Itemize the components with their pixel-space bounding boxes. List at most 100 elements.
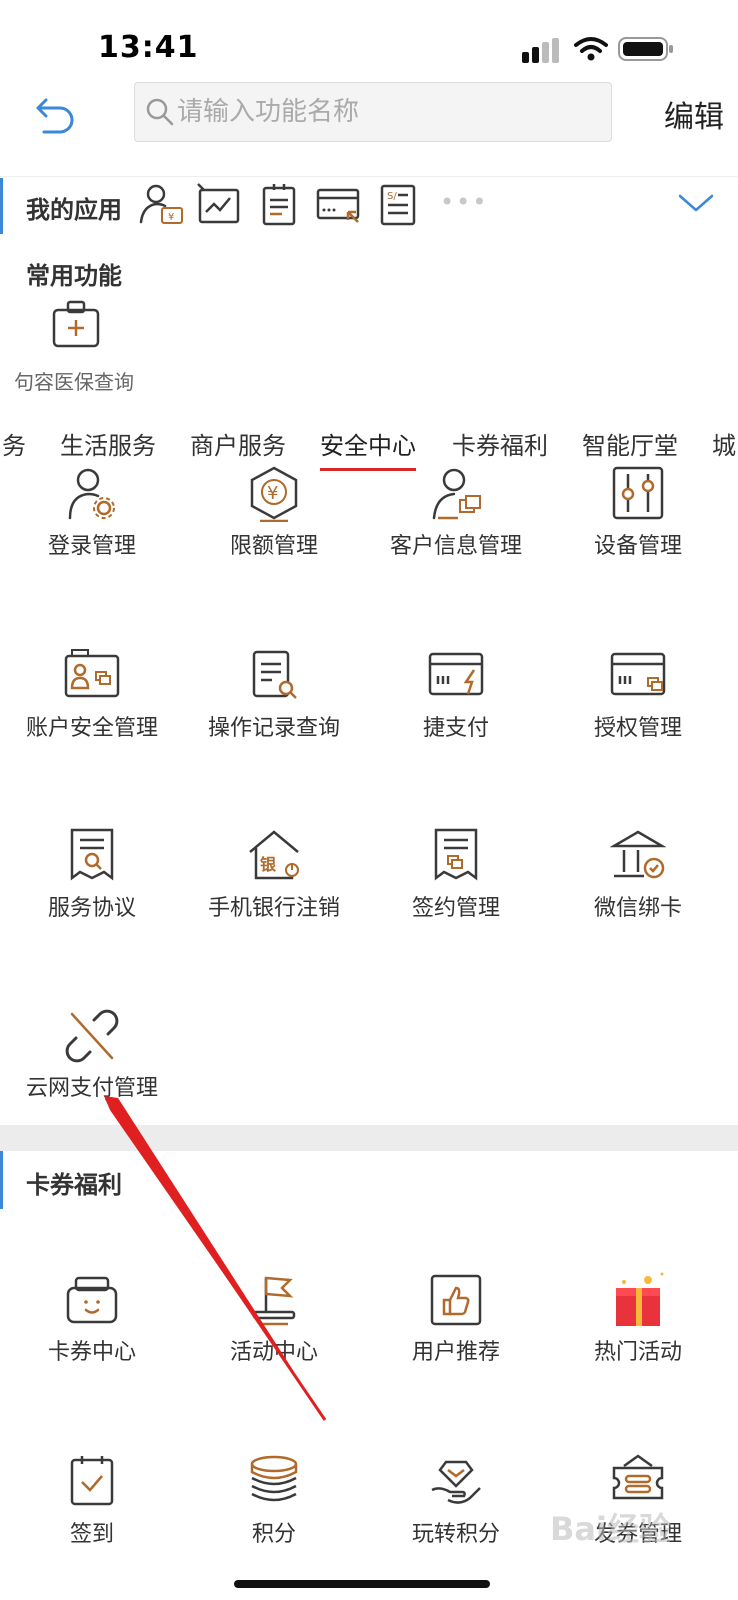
status-time: 13:41	[98, 30, 199, 65]
coupon-item-label: 签到	[69, 1522, 114, 1547]
search-input[interactable]	[177, 97, 597, 127]
my-apps-title: 我的应用	[26, 196, 122, 224]
security-item-label: 云网支付管理	[25, 1076, 158, 1101]
coin-stack-icon	[250, 1455, 298, 1502]
wifi-icon	[574, 37, 608, 61]
coupon-item-check-in[interactable]: 签到	[2, 1454, 182, 1564]
svg-text:¥: ¥	[267, 483, 278, 504]
coupon-item-points[interactable]: 积分	[184, 1454, 364, 1564]
back-arrow-icon[interactable]	[32, 90, 78, 136]
more-dots: •••	[440, 188, 489, 216]
svg-text:S/: S/	[387, 191, 397, 202]
account-card-icon	[64, 649, 120, 698]
divider	[0, 176, 738, 177]
coupon-section-title: 卡券福利	[26, 1171, 122, 1199]
security-item-label: 限额管理	[229, 534, 318, 559]
security-item-label: 服务协议	[47, 896, 136, 921]
bank-check-icon	[610, 830, 666, 879]
card-bolt-icon	[428, 652, 484, 696]
tab-city-partial[interactable]: 城	[712, 426, 736, 461]
coupon-item-coupon-issue[interactable]: 发券管理	[548, 1454, 728, 1564]
sliders-icon	[612, 466, 664, 520]
tab-coupon-benefits[interactable]: 卡券福利	[452, 426, 548, 461]
agreement-search-icon	[70, 828, 114, 881]
coupon-item-label: 卡券中心	[47, 1340, 136, 1365]
tab-merchant-service[interactable]: 商户服务	[190, 426, 286, 461]
svg-text:银: 银	[260, 855, 277, 874]
document-search-icon	[252, 650, 297, 699]
security-item-cloud-pay[interactable]: 云网支付管理	[2, 1008, 182, 1118]
coupon-item-label: 热门活动	[593, 1340, 682, 1365]
tab-life-service[interactable]: 生活服务	[60, 426, 156, 461]
security-item-wechat-bind[interactable]: 微信绑卡	[548, 828, 728, 938]
coupon-item-coupon-center[interactable]: 卡券中心	[2, 1272, 182, 1382]
common-item-medical-insurance[interactable]: 句容医保查询	[6, 300, 142, 400]
medical-briefcase-icon	[52, 300, 100, 348]
security-item-mobile-bank-cancel[interactable]: 银 手机银行注销	[184, 828, 364, 938]
user-gear-icon	[68, 468, 115, 520]
tab-service-partial[interactable]: 务	[2, 426, 26, 461]
wallet-smile-icon	[66, 1276, 118, 1324]
yuan-hexagon-icon: ¥	[250, 466, 298, 522]
coupon-section-header: 卡券福利	[0, 1151, 738, 1209]
security-item-operation-records[interactable]: 操作记录查询	[184, 648, 364, 758]
user-card-icon	[432, 468, 481, 520]
header: 编辑	[0, 78, 738, 148]
user-wallet-icon[interactable]: ¥	[138, 182, 184, 228]
security-item-label: 设备管理	[593, 534, 682, 559]
section-separator	[0, 1125, 738, 1151]
security-item-label: 微信绑卡	[593, 896, 682, 921]
security-item-label: 捷支付	[422, 716, 489, 741]
security-item-label: 账户安全管理	[25, 716, 158, 741]
trend-chart-icon[interactable]	[196, 182, 242, 228]
clipboard-list-icon[interactable]	[256, 182, 302, 228]
section-accent-bar	[0, 1151, 3, 1209]
flag-icon	[252, 1276, 296, 1326]
coupon-item-label: 积分	[251, 1522, 296, 1547]
coupon-item-user-recommend[interactable]: 用户推荐	[366, 1272, 546, 1382]
agreement-copy-icon	[434, 828, 478, 881]
calendar-check-icon	[70, 1456, 114, 1506]
thumbs-up-icon	[430, 1274, 482, 1326]
cellular-signal-icon	[522, 38, 559, 63]
security-item-contract[interactable]: 签约管理	[366, 828, 546, 938]
security-item-label: 签约管理	[411, 896, 500, 921]
security-item-label: 客户信息管理	[389, 534, 522, 559]
search-box[interactable]	[134, 82, 612, 142]
coupon-item-label: 用户推荐	[411, 1340, 500, 1365]
security-item-account-safety[interactable]: 账户安全管理	[2, 648, 182, 758]
security-item-label: 手机银行注销	[207, 896, 340, 921]
my-apps-bar: 我的应用 ¥ S/ •••	[0, 178, 738, 240]
status-bar: 13:41	[0, 0, 738, 80]
chevron-down-icon[interactable]	[676, 188, 716, 218]
search-icon	[146, 98, 174, 126]
common-functions-title: 常用功能	[26, 262, 122, 290]
security-item-limit[interactable]: ¥ 限额管理	[184, 466, 364, 576]
gift-box-icon	[616, 1272, 664, 1326]
security-item-authorization[interactable]: 授权管理	[548, 648, 728, 758]
ticket-icon	[612, 1454, 664, 1500]
coupon-item-label: 活动中心	[229, 1340, 318, 1365]
common-item-label: 句容医保查询	[14, 370, 134, 394]
document-lines-icon[interactable]: S/	[376, 182, 422, 228]
security-item-device[interactable]: 设备管理	[548, 466, 728, 576]
svg-text:¥: ¥	[168, 212, 174, 223]
coupon-item-play-points[interactable]: 玩转积分	[366, 1454, 546, 1564]
broken-link-icon	[65, 1009, 119, 1063]
coupon-item-activity-center[interactable]: 活动中心	[184, 1272, 364, 1382]
security-item-customer-info[interactable]: 客户信息管理	[366, 466, 546, 576]
security-item-service-agreement[interactable]: 服务协议	[2, 828, 182, 938]
edit-button[interactable]: 编辑	[664, 92, 724, 136]
tab-smart-hall[interactable]: 智能厅堂	[582, 426, 678, 461]
home-indicator	[234, 1580, 490, 1588]
security-item-login[interactable]: 登录管理	[2, 466, 182, 576]
security-item-quick-pay[interactable]: 捷支付	[366, 648, 546, 758]
battery-icon	[618, 37, 673, 61]
tab-security-center[interactable]: 安全中心	[320, 426, 416, 461]
coupon-item-label: 玩转积分	[411, 1522, 500, 1547]
card-copy-icon	[610, 652, 666, 696]
security-item-label: 操作记录查询	[207, 716, 340, 741]
coupon-item-hot-activity[interactable]: 热门活动	[548, 1272, 728, 1382]
bank-power-icon: 银	[249, 830, 299, 880]
card-transfer-icon[interactable]	[316, 182, 362, 228]
